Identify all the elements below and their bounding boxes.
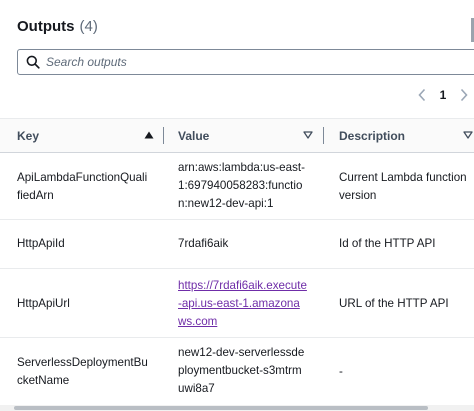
output-value: 7rdafi6aik [178, 237, 229, 250]
search-field[interactable] [17, 49, 474, 75]
column-header-key-label: Key [17, 128, 40, 143]
sort-icon[interactable] [461, 128, 474, 142]
output-description: Current Lambda function version [339, 171, 467, 202]
output-description: URL of the HTTP API [339, 297, 449, 310]
table-row: HttpApiUrl https://7rdafi6aik.execute-ap… [0, 269, 474, 338]
column-header-value-label: Value [178, 128, 210, 143]
sort-icon[interactable] [301, 128, 315, 142]
outputs-header: Outputs (4) [17, 14, 98, 38]
output-key: HttpApiId [17, 237, 65, 250]
column-header-value[interactable]: Value [178, 119, 318, 152]
horizontal-scrollbar-thumb[interactable] [14, 406, 428, 410]
output-key: ServerlessDeploymentBucketName [17, 356, 148, 387]
column-header-key[interactable]: Key [17, 119, 162, 152]
search-input[interactable] [46, 51, 446, 73]
output-key: HttpApiUrl [17, 297, 70, 310]
column-resize-handle[interactable] [323, 127, 324, 144]
output-description: - [339, 365, 343, 378]
pagination-next-button[interactable] [456, 84, 472, 106]
output-value-link[interactable]: https://7rdafi6aik.execute-api.us-east-1… [178, 277, 308, 331]
output-key: ApiLambdaFunctionQualifiedArn [17, 171, 148, 202]
output-value: new12-dev-serverlessdeploymentbucket-s3m… [178, 346, 305, 395]
table-row: ApiLambdaFunctionQualifiedArn arn:aws:la… [0, 153, 474, 220]
search-icon [22, 50, 44, 74]
outputs-panel: Outputs (4) 1 Key [0, 0, 474, 411]
chevron-left-icon [418, 88, 426, 102]
current-page-number[interactable]: 1 [430, 88, 456, 102]
table-row: HttpApiId 7rdafi6aik Id of the HTTP API [0, 220, 474, 269]
pagination: 1 [414, 84, 472, 106]
sort-ascending-icon[interactable] [142, 128, 156, 142]
pagination-previous-button[interactable] [414, 84, 430, 106]
outputs-count: (4) [79, 17, 98, 35]
chevron-right-icon [460, 88, 468, 102]
table-header: Key Value Description [0, 119, 474, 153]
page-title: Outputs [17, 17, 75, 35]
table-row: ServerlessDeploymentBucketName new12-dev… [0, 338, 474, 405]
output-value: arn:aws:lambda:us-east-1:697940058283:fu… [178, 161, 305, 210]
output-description: Id of the HTTP API [339, 237, 436, 250]
column-header-description-label: Description [339, 128, 406, 143]
column-header-description[interactable]: Description [339, 119, 474, 152]
column-resize-handle[interactable] [163, 127, 164, 144]
